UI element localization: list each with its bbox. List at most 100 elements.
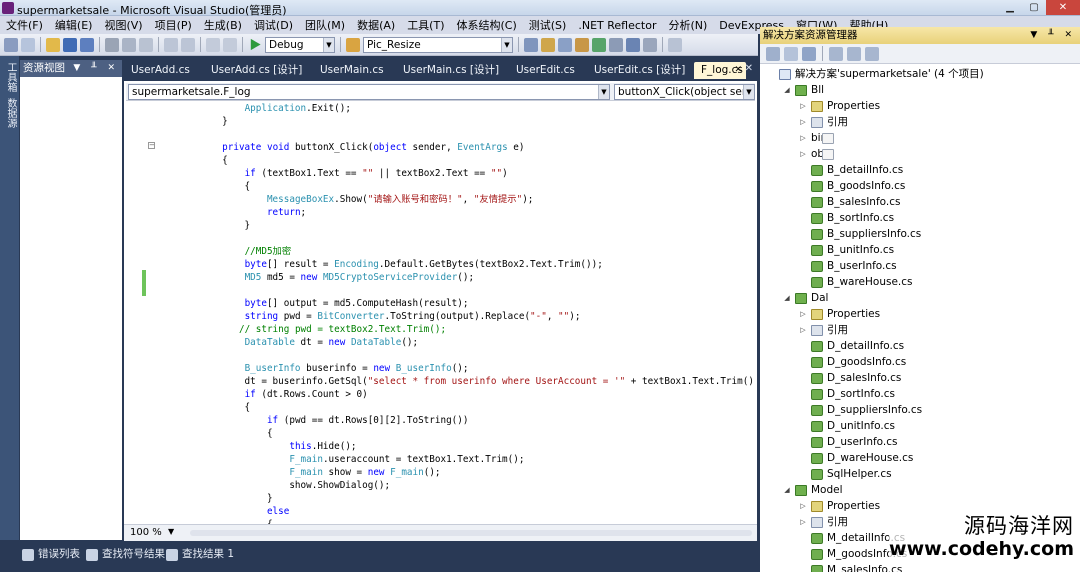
menu-item[interactable]: 测试(S) [523,17,573,33]
tree-item[interactable]: B_salesInfo.cs [798,194,900,210]
tree-item[interactable]: D_detailInfo.cs [798,338,904,354]
code-line[interactable]: } [155,492,273,505]
code-line[interactable]: byte[] output = md5.ComputeHash(result); [155,297,469,310]
collapse-icon[interactable]: − [148,142,155,149]
tree-item[interactable]: ◢ Dal [782,290,828,306]
tree-item[interactable]: ▷ bin [798,130,834,146]
code-line[interactable]: { [155,401,251,414]
expand-toggle-icon[interactable]: ▷ [798,114,808,130]
expand-toggle-icon[interactable]: ◢ [782,82,792,98]
more-tools-icon[interactable] [668,37,682,52]
menu-item[interactable]: 编辑(E) [49,17,99,33]
tab-document[interactable]: UserAdd.cs [设计] [204,62,311,79]
undo-icon[interactable] [164,37,178,52]
code-line[interactable]: // string pwd = textBox2.Text.Trim(); [155,323,446,336]
code-line[interactable]: } [155,219,251,232]
code-area[interactable]: Application.Exit(); } private void butto… [155,102,757,524]
start-page-icon[interactable] [609,37,623,52]
code-line[interactable]: F_main show = new F_main(); [155,466,440,479]
redo-icon[interactable] [181,37,195,52]
save-all-icon[interactable] [80,37,94,52]
start-debugging-icon[interactable] [250,38,261,51]
object-browser-icon[interactable] [558,37,572,52]
tree-item[interactable]: SqlHelper.cs [798,466,892,482]
tree-item[interactable]: M_salesInfo.cs [798,562,902,572]
menu-item[interactable]: 数据(A) [351,17,401,33]
menu-item[interactable]: 文件(F) [0,17,49,33]
tree-item[interactable]: B_userInfo.cs [798,258,897,274]
code-line[interactable]: this.Hide(); [155,440,356,453]
expand-toggle-icon[interactable]: ◢ [782,290,792,306]
vertical-scrollbar[interactable] [755,102,757,524]
code-line[interactable]: show.ShowDialog(); [155,479,390,492]
tree-item[interactable]: ▷ Properties [798,498,880,514]
close-window-icon[interactable]: ✕ [1046,0,1080,15]
tab-document[interactable]: UserMain.cs [设计] [396,62,507,79]
menu-item[interactable]: 工具(T) [401,17,450,33]
expand-toggle-icon[interactable]: ▷ [798,306,808,322]
tree-item[interactable]: ▷ 引用 [798,114,848,130]
tree-item[interactable]: B_unitInfo.cs [798,242,894,258]
tree-item[interactable]: B_wareHouse.cs [798,274,913,290]
open-file-icon[interactable] [46,37,60,52]
code-line[interactable]: if (textBox1.Text == "" || textBox2.Text… [155,167,508,180]
tree-item[interactable]: B_detailInfo.cs [798,162,903,178]
code-line[interactable]: MessageBoxEx.Show("请输入账号和密码！", "友情提示"); [155,193,533,206]
view-code-icon[interactable] [829,46,843,61]
solution-configuration-select[interactable]: Debug ▼ [265,36,335,53]
tab-document[interactable]: F_log.cs ✕ [694,62,746,79]
expand-toggle-icon[interactable]: ▷ [798,322,808,338]
tree-item[interactable]: ▷ Properties [798,306,880,322]
expand-toggle-icon[interactable]: ▷ [798,130,808,146]
type-dropdown[interactable]: supermarketsale.F_log ▼ [128,84,610,100]
code-line[interactable]: //MD5加密 [155,245,292,258]
code-line[interactable]: } [155,115,228,128]
find-target-select[interactable]: Pic_Resize ▼ [363,36,513,53]
code-line[interactable]: MD5 md5 = new MD5CryptoServiceProvider()… [155,271,475,284]
code-line[interactable]: Application.Exit(); [155,102,351,115]
code-line[interactable]: string pwd = BitConverter.ToString(outpu… [155,310,581,323]
code-line[interactable]: B_userInfo buserinfo = new B_userInfo(); [155,362,469,375]
bottom-tab[interactable]: 错误列表 [22,547,80,562]
code-line[interactable]: if (dt.Rows.Count > 0) [155,388,368,401]
expand-toggle-icon[interactable]: ▷ [798,514,808,530]
show-all-files-icon[interactable] [784,46,798,61]
cut-icon[interactable] [105,37,119,52]
menu-item[interactable]: .NET Reflector [572,19,662,32]
tree-item[interactable]: ◢ Bll [782,82,824,98]
navigate-backward-icon[interactable] [206,37,220,52]
minimize-icon[interactable]: ▁ [998,0,1022,15]
horizontal-scrollbar[interactable] [190,530,752,536]
properties-icon[interactable] [766,46,780,61]
tree-item[interactable]: D_userInfo.cs [798,434,898,450]
panel-buttons[interactable]: ▼ ╨ ✕ [1030,27,1076,44]
tree-item[interactable]: D_wareHouse.cs [798,450,913,466]
add-item-icon[interactable] [21,37,35,52]
command-window-icon[interactable] [626,37,640,52]
save-icon[interactable] [63,37,77,52]
code-line[interactable]: { [155,427,273,440]
menu-item[interactable]: 生成(B) [198,17,248,33]
bottom-tab[interactable]: 查找结果 1 [166,547,234,562]
tree-item[interactable]: 解决方案'supermarketsale' (4 个项目) [766,66,984,82]
tree-item[interactable]: B_suppliersInfo.cs [798,226,921,242]
bottom-tab[interactable]: 查找符号结果 [86,547,165,562]
code-line[interactable]: else [155,505,289,518]
expand-toggle-icon[interactable]: ▷ [798,98,808,114]
maximize-icon[interactable]: ▢ [1022,0,1046,15]
menu-item[interactable]: 体系结构(C) [451,17,523,33]
tree-item[interactable]: D_sortInfo.cs [798,386,895,402]
tree-item[interactable]: D_unitInfo.cs [798,418,895,434]
member-dropdown[interactable]: buttonX_Click(object sender, EventArgs e… [614,84,755,100]
tree-item[interactable]: ▷ 引用 [798,322,848,338]
code-line[interactable]: { [155,180,251,193]
tree-item[interactable]: D_suppliersInfo.cs [798,402,922,418]
solution-explorer-icon[interactable] [524,37,538,52]
code-line[interactable]: if (pwd == dt.Rows[0][2].ToString()) [155,414,469,427]
menu-item[interactable]: 分析(N) [662,17,713,33]
code-line[interactable]: DataTable dt = new DataTable(); [155,336,419,349]
paste-icon[interactable] [139,37,153,52]
tree-item[interactable]: B_goodsInfo.cs [798,178,905,194]
code-editor[interactable]: supermarketsale.F_log ▼ buttonX_Click(ob… [124,81,757,541]
properties-window-icon[interactable] [541,37,555,52]
